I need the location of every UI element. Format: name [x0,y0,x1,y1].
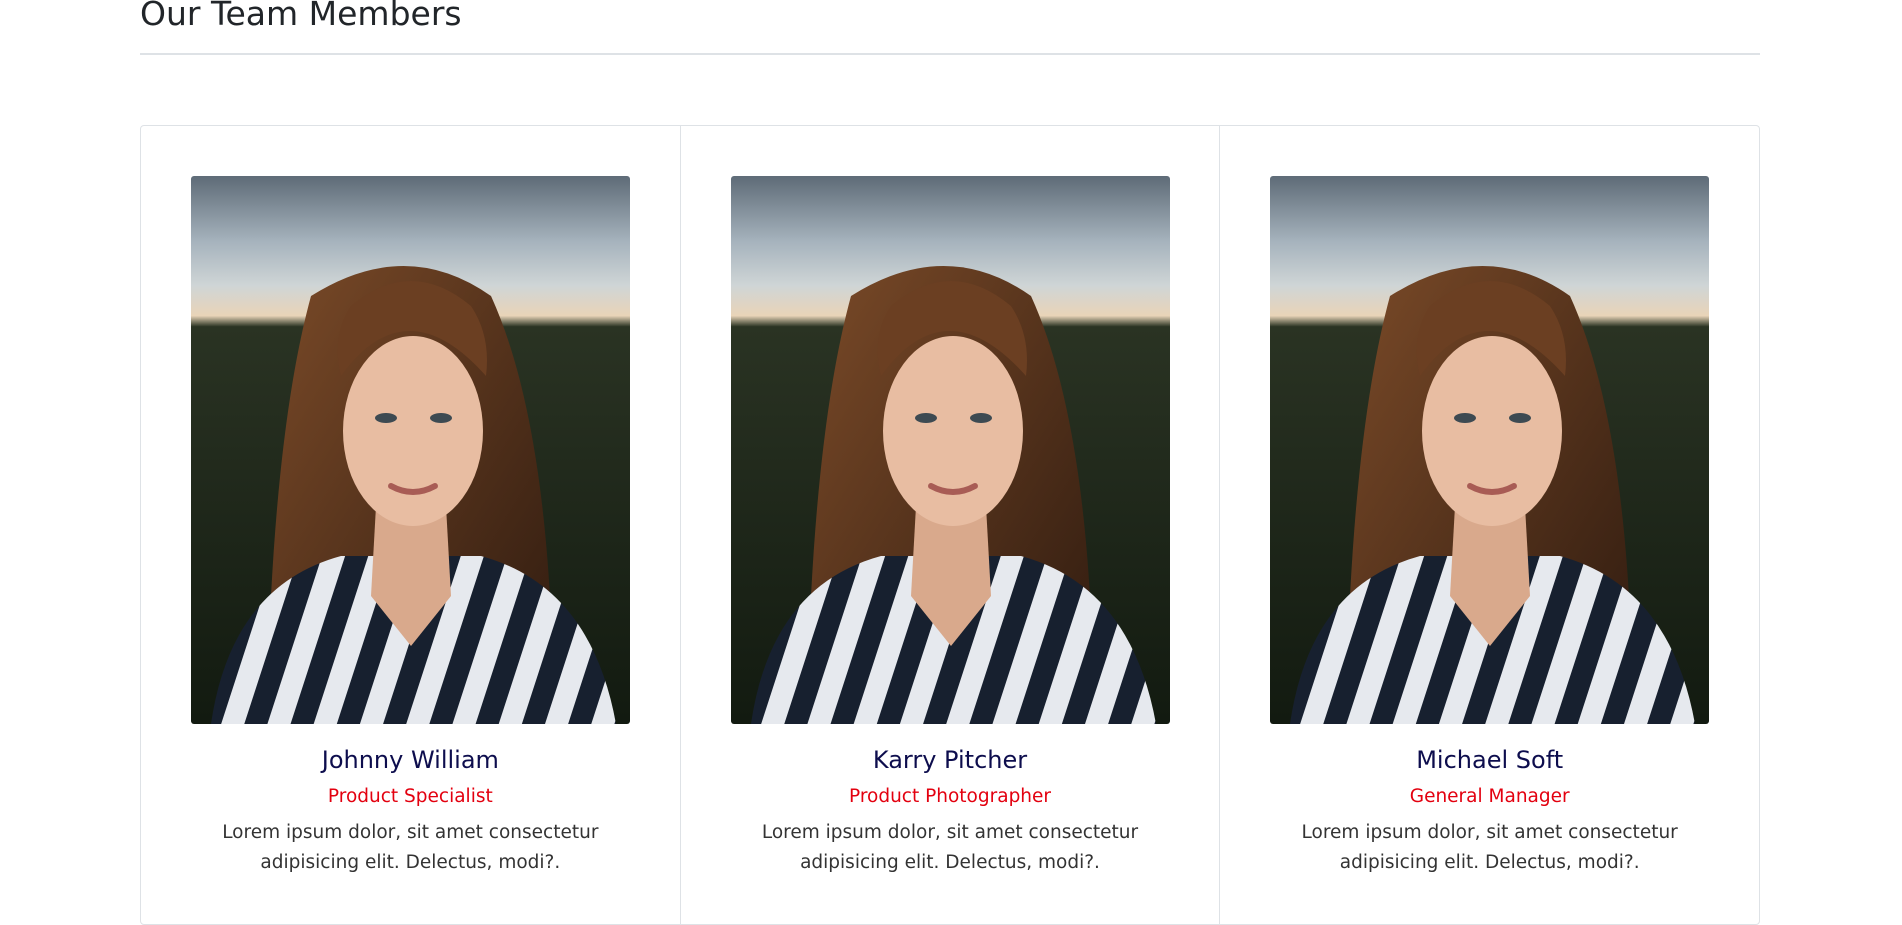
member-info: Michael Soft General Manager Lorem ipsum… [1220,742,1759,878]
member-role: General Manager [1409,786,1570,807]
member-bio: Lorem ipsum dolor, sit amet consectetur … [761,822,1139,873]
team-member-card: Johnny William Product Specialist Lorem … [141,126,681,924]
member-photo [1270,176,1710,724]
title-divider [140,53,1760,55]
team-member-card: Michael Soft General Manager Lorem ipsum… [1220,126,1759,924]
member-role: Product Specialist [327,786,493,807]
team-card-group: Johnny William Product Specialist Lorem … [140,125,1760,925]
member-photo [191,176,630,724]
team-member-card: Karry Pitcher Product Photographer Lorem… [681,126,1221,924]
member-bio: Lorem ipsum dolor, sit amet consectetur … [1301,822,1678,873]
member-name: Johnny William [321,746,499,774]
member-info: Johnny William Product Specialist Lorem … [141,742,680,878]
member-info: Karry Pitcher Product Photographer Lorem… [681,742,1220,878]
member-bio: Lorem ipsum dolor, sit amet consectetur … [222,822,599,873]
page-title: Our Team Members [140,0,462,33]
member-name: Karry Pitcher [872,746,1028,774]
member-photo [730,176,1170,724]
member-name: Michael Soft [1416,746,1564,774]
member-role: Product Photographer [848,786,1052,807]
